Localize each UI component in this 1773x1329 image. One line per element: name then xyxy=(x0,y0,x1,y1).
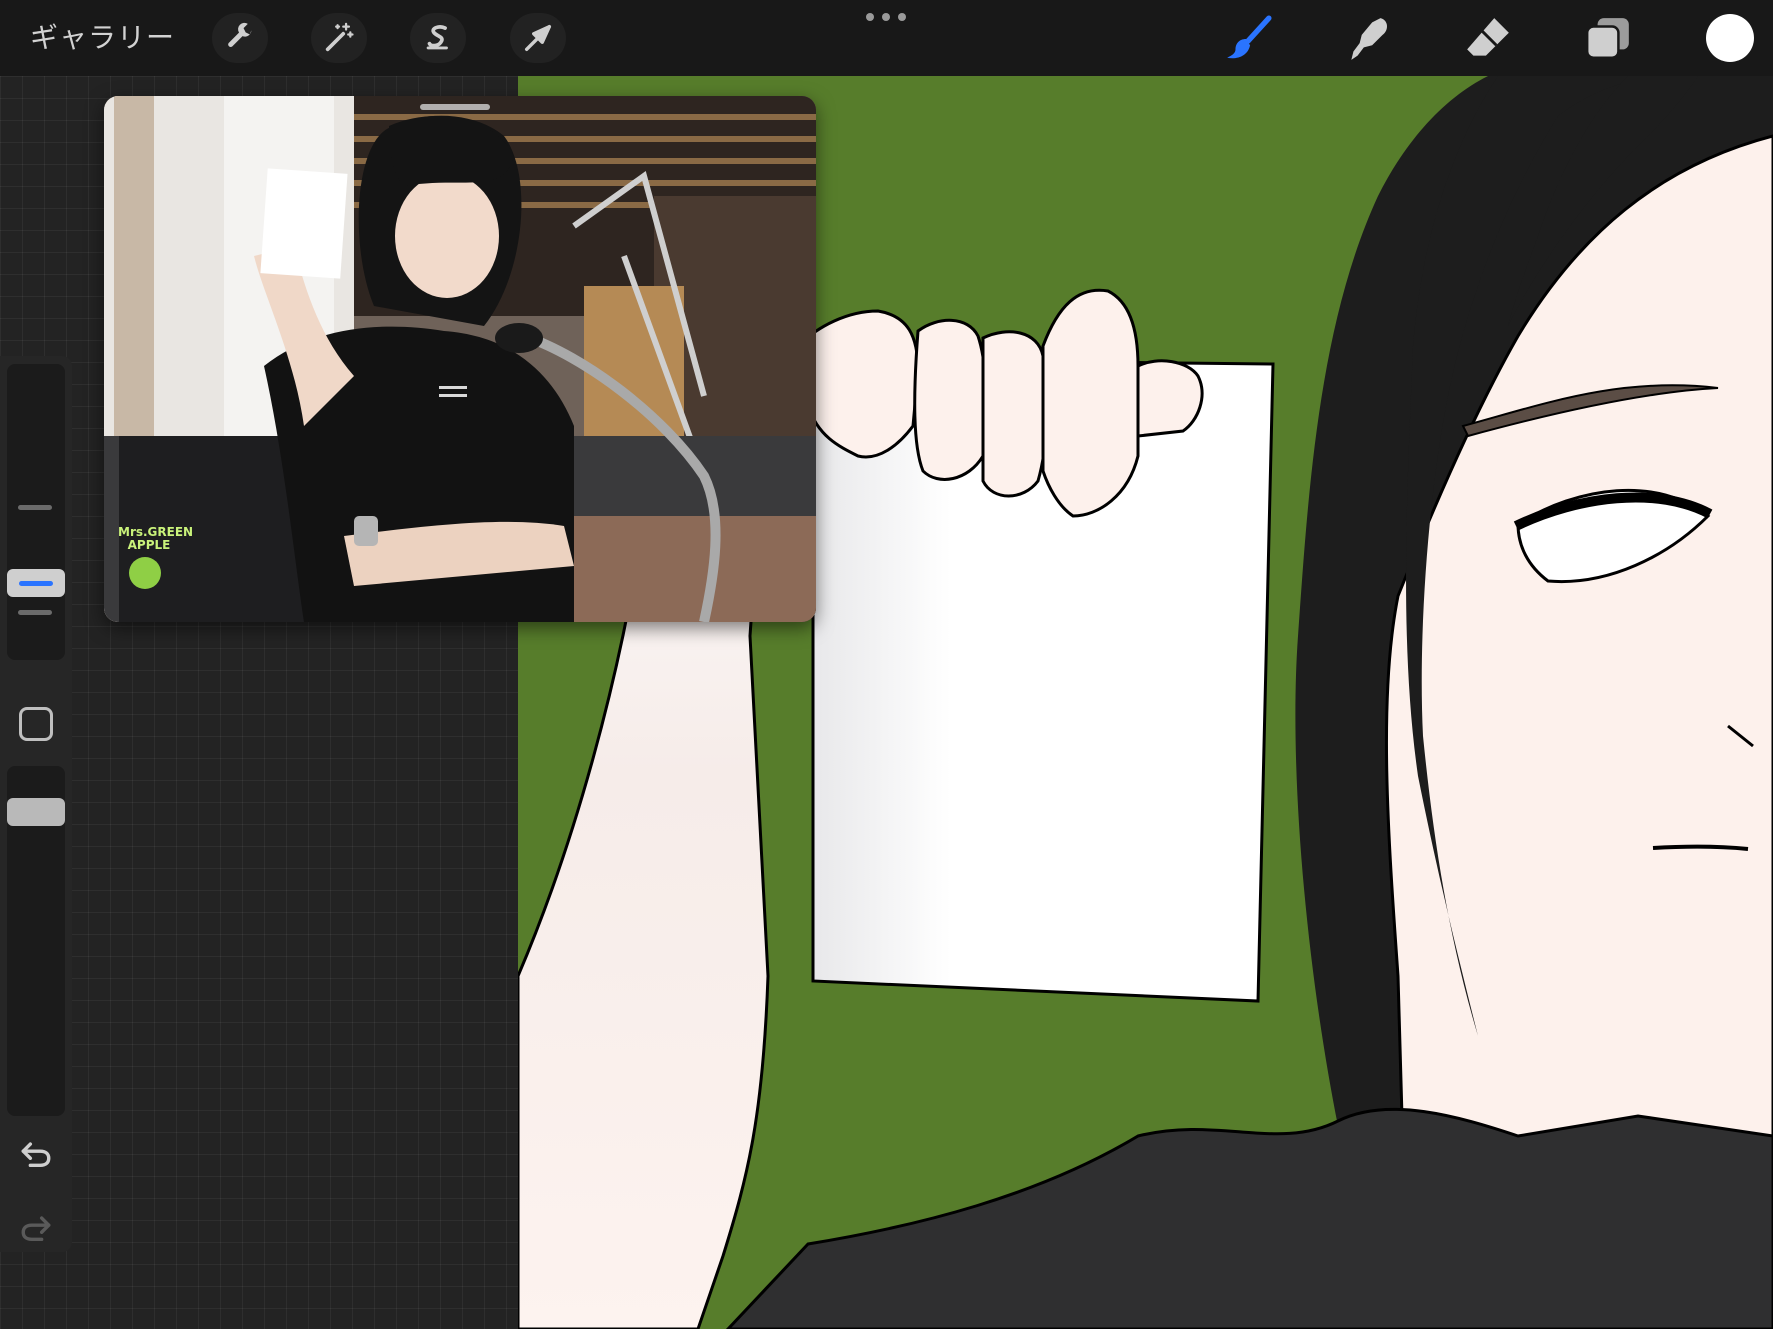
brush-opacity-thumb[interactable] xyxy=(7,798,65,826)
actions-button[interactable] xyxy=(212,13,268,63)
brush-opacity-slider[interactable] xyxy=(7,766,65,1116)
top-toolbar: ギャラリー xyxy=(0,0,1773,76)
transform-button[interactable] xyxy=(510,13,566,63)
redo-arrow-icon xyxy=(21,1216,51,1242)
arrow-cursor-icon xyxy=(524,24,552,52)
undo-button[interactable] xyxy=(16,1134,56,1174)
finger-shape xyxy=(913,318,988,481)
redo-button[interactable] xyxy=(16,1208,56,1248)
brush-tool-button[interactable] xyxy=(1220,12,1276,66)
brush-size-slider[interactable] xyxy=(7,364,65,660)
brush-icon xyxy=(1227,15,1272,59)
size-slider-tick xyxy=(18,610,52,615)
selection-button[interactable] xyxy=(410,13,466,63)
undo-arrow-icon xyxy=(21,1142,51,1168)
smudge-tool-button[interactable] xyxy=(1340,12,1396,66)
eraser-icon xyxy=(1467,18,1509,56)
adjustments-button[interactable] xyxy=(311,13,367,63)
gallery-button[interactable]: ギャラリー xyxy=(30,18,175,58)
reference-photo-window[interactable]: Mrs.GREEN APPLE xyxy=(104,96,816,622)
selection-s-icon xyxy=(426,25,448,50)
finger-shape xyxy=(981,330,1049,498)
left-sidebar xyxy=(0,356,72,1252)
layers-button[interactable] xyxy=(1580,12,1636,66)
modify-button[interactable] xyxy=(19,707,53,741)
size-slider-tick xyxy=(18,505,52,510)
more-options-icon[interactable] xyxy=(866,10,906,24)
smudge-finger-icon xyxy=(1351,18,1388,60)
reference-window-handle[interactable] xyxy=(420,104,490,110)
eraser-tool-button[interactable] xyxy=(1460,12,1516,66)
color-picker-button[interactable] xyxy=(1706,14,1754,62)
brush-size-thumb[interactable] xyxy=(7,569,65,597)
finger-shape xyxy=(1041,288,1140,518)
reference-photo xyxy=(104,96,816,622)
logo-text: Mrs.GREEN APPLE xyxy=(118,525,194,552)
wrench-icon xyxy=(228,22,252,47)
layers-icon xyxy=(1585,18,1629,59)
mouth-line xyxy=(1652,844,1749,851)
magic-wand-icon xyxy=(325,22,354,52)
